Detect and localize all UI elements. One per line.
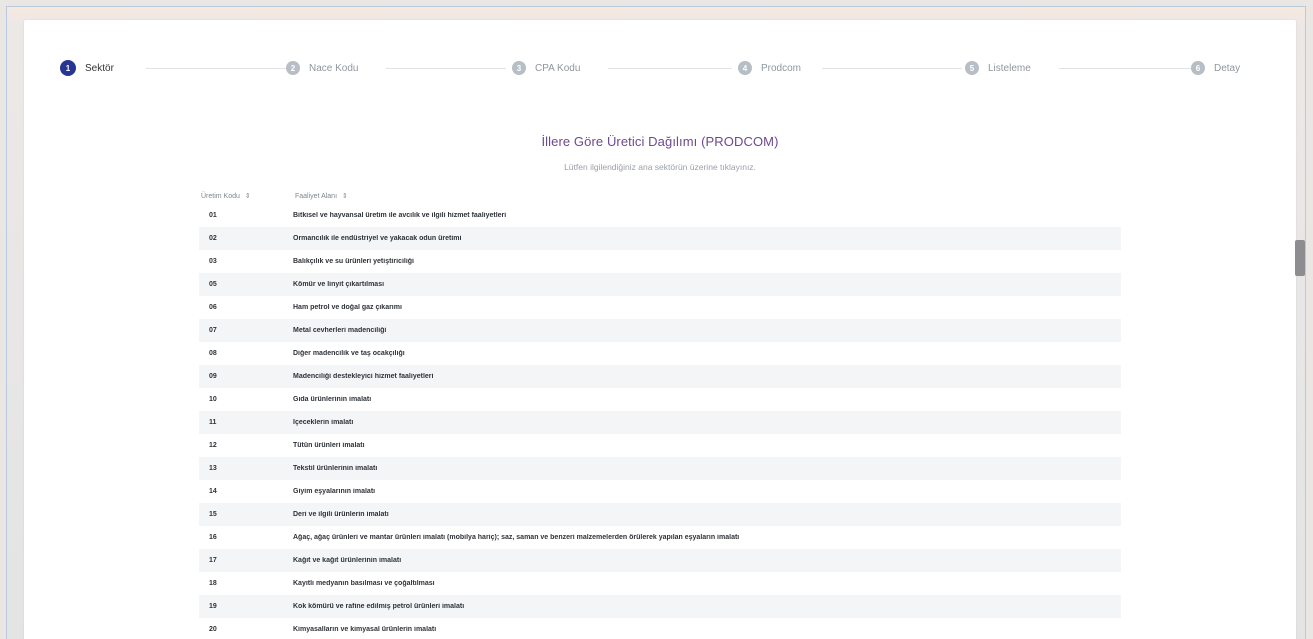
row-activity: Gıda ürünlerinin imalatı bbox=[293, 396, 372, 403]
row-activity: Metal cevherleri madenciliği bbox=[293, 327, 387, 334]
row-code: 10 bbox=[209, 396, 217, 403]
column-header-code[interactable]: Üretim Kodu ⇕ bbox=[199, 192, 295, 201]
row-activity: Tekstil ürünlerinin imalatı bbox=[293, 465, 378, 472]
table-row[interactable]: 07 Metal cevherleri madenciliği bbox=[199, 319, 1121, 342]
row-code: 15 bbox=[209, 511, 217, 518]
row-code: 03 bbox=[209, 258, 217, 265]
step-number: 3 bbox=[512, 61, 526, 75]
scrollbar-thumb[interactable] bbox=[1295, 240, 1305, 276]
page-subtitle: Lütfen ilgilendiğiniz ana sektörün üzeri… bbox=[564, 162, 756, 172]
step-label: Nace Kodu bbox=[309, 62, 359, 74]
step-connector bbox=[146, 68, 291, 69]
step-connector bbox=[822, 68, 962, 69]
row-activity: Madenciliği destekleyici hizmet faaliyet… bbox=[293, 373, 434, 380]
sort-icon[interactable]: ⇕ bbox=[342, 192, 348, 200]
row-code: 17 bbox=[209, 557, 217, 564]
row-activity: Kayıtlı medyanın basılması ve çoğaltılma… bbox=[293, 580, 435, 587]
row-activity: Ağaç, ağaç ürünleri ve mantar ürünleri i… bbox=[293, 534, 740, 541]
row-activity: Kömür ve linyit çıkartılması bbox=[293, 281, 385, 288]
step-number: 6 bbox=[1191, 61, 1205, 75]
row-activity: Kağıt ve kağıt ürünlerinin imalatı bbox=[293, 557, 402, 564]
step-detay[interactable]: 6 Detay bbox=[1191, 58, 1240, 78]
sort-icon[interactable]: ⇕ bbox=[245, 192, 251, 200]
step-connector bbox=[386, 68, 506, 69]
row-activity: Kimyasalların ve kimyasal ürünlerin imal… bbox=[293, 626, 437, 633]
step-label: Listeleme bbox=[988, 62, 1031, 74]
row-code: 16 bbox=[209, 534, 217, 541]
table-row[interactable]: 15 Deri ve ilgili ürünlerin imalatı bbox=[199, 503, 1121, 526]
step-connector bbox=[1059, 68, 1199, 69]
table-row[interactable]: 20 Kimyasalların ve kimyasal ürünlerin im… bbox=[199, 618, 1121, 639]
table-row[interactable]: 18 Kayıtlı medyanın basılması ve çoğaltıl… bbox=[199, 572, 1121, 595]
column-label: Üretim Kodu bbox=[201, 192, 240, 200]
row-code: 08 bbox=[209, 350, 217, 357]
row-activity: Kok kömürü ve rafine edilmiş petrol ürün… bbox=[293, 603, 465, 610]
row-code: 09 bbox=[209, 373, 217, 380]
table-row[interactable]: 14 Giyim eşyalarının imalatı bbox=[199, 480, 1121, 503]
sector-table: Üretim Kodu ⇕ Faaliyet Alanı ⇕ 01 Bitkise… bbox=[199, 188, 1121, 639]
table-row[interactable]: 09 Madenciliği destekleyici hizmet faaliy… bbox=[199, 365, 1121, 388]
table-row[interactable]: 17 Kağıt ve kağıt ürünlerinin imalatı bbox=[199, 549, 1121, 572]
row-code: 06 bbox=[209, 304, 217, 311]
table-row[interactable]: 05 Kömür ve linyit çıkartılması bbox=[199, 273, 1121, 296]
step-sektor[interactable]: 1 Sektör bbox=[60, 58, 114, 78]
step-number: 4 bbox=[738, 61, 752, 75]
row-code: 05 bbox=[209, 281, 217, 288]
step-number: 2 bbox=[286, 61, 300, 75]
step-prodcom[interactable]: 4 Prodcom bbox=[738, 58, 801, 78]
table-row[interactable]: 12 Tütün ürünleri imalatı bbox=[199, 434, 1121, 457]
step-cpa-kodu[interactable]: 3 CPA Kodu bbox=[512, 58, 580, 78]
wizard-stepper: 1 Sektör 2 Nace Kodu 3 CPA Kodu 4 Prodco… bbox=[24, 20, 1296, 110]
column-header-name[interactable]: Faaliyet Alanı ⇕ bbox=[295, 192, 348, 201]
row-code: 02 bbox=[209, 235, 217, 242]
table-row[interactable]: 02 Ormancılık ile endüstriyel ve yakacak … bbox=[199, 227, 1121, 250]
row-code: 14 bbox=[209, 488, 217, 495]
row-code: 01 bbox=[209, 212, 217, 219]
step-listeleme[interactable]: 5 Listeleme bbox=[965, 58, 1031, 78]
row-activity: İçeceklerin imalatı bbox=[293, 419, 354, 426]
table-row[interactable]: 11 İçeceklerin imalatı bbox=[199, 411, 1121, 434]
row-activity: Ham petrol ve doğal gaz çıkarımı bbox=[293, 304, 402, 311]
table-header: Üretim Kodu ⇕ Faaliyet Alanı ⇕ bbox=[199, 188, 1121, 204]
table-row[interactable]: 01 Bitkisel ve hayvansal üretim ile avcıl… bbox=[199, 204, 1121, 227]
row-code: 13 bbox=[209, 465, 217, 472]
step-label: CPA Kodu bbox=[535, 62, 581, 74]
page-title: İllere Göre Üretici Dağılımı (PRODCOM) bbox=[541, 134, 779, 149]
row-code: 20 bbox=[209, 626, 217, 633]
row-activity: Diğer madencilik ve taş ocakçılığı bbox=[293, 350, 405, 357]
row-activity: Ormancılık ile endüstriyel ve yakacak od… bbox=[293, 235, 462, 242]
row-activity: Giyim eşyalarının imalatı bbox=[293, 488, 376, 495]
row-activity: Balıkçılık ve su ürünleri yetiştiriciliğ… bbox=[293, 258, 414, 265]
row-code: 18 bbox=[209, 580, 217, 587]
row-code: 19 bbox=[209, 603, 217, 610]
table-row[interactable]: 06 Ham petrol ve doğal gaz çıkarımı bbox=[199, 296, 1121, 319]
step-label: Sektör bbox=[85, 62, 114, 74]
step-connector bbox=[608, 68, 732, 69]
row-code: 11 bbox=[209, 419, 217, 426]
main-panel: 1 Sektör 2 Nace Kodu 3 CPA Kodu 4 Prodco… bbox=[24, 20, 1296, 639]
table-row[interactable]: 03 Balıkçılık ve su ürünleri yetiştiricil… bbox=[199, 250, 1121, 273]
table-row[interactable]: 16 Ağaç, ağaç ürünleri ve mantar ürünleri… bbox=[199, 526, 1121, 549]
table-body: 01 Bitkisel ve hayvansal üretim ile avcıl… bbox=[199, 204, 1121, 639]
step-number: 1 bbox=[60, 60, 76, 76]
table-row[interactable]: 08 Diğer madencilik ve taş ocakçılığı bbox=[199, 342, 1121, 365]
step-label: Prodcom bbox=[761, 62, 802, 74]
browser-frame: 1 Sektör 2 Nace Kodu 3 CPA Kodu 4 Prodco… bbox=[6, 6, 1306, 639]
step-number: 5 bbox=[965, 61, 979, 75]
row-activity: Deri ve ilgili ürünlerin imalatı bbox=[293, 511, 389, 518]
row-code: 12 bbox=[209, 442, 217, 449]
row-code: 07 bbox=[209, 327, 217, 334]
column-label: Faaliyet Alanı bbox=[295, 192, 338, 200]
table-row[interactable]: 13 Tekstil ürünlerinin imalatı bbox=[199, 457, 1121, 480]
row-activity: Tütün ürünleri imalatı bbox=[293, 442, 365, 449]
step-label: Detay bbox=[1214, 62, 1241, 74]
step-nace-kodu[interactable]: 2 Nace Kodu bbox=[286, 58, 358, 78]
table-row[interactable]: 19 Kok kömürü ve rafine edilmiş petrol ür… bbox=[199, 595, 1121, 618]
row-activity: Bitkisel ve hayvansal üretim ile avcılık… bbox=[293, 212, 507, 219]
table-row[interactable]: 10 Gıda ürünlerinin imalatı bbox=[199, 388, 1121, 411]
